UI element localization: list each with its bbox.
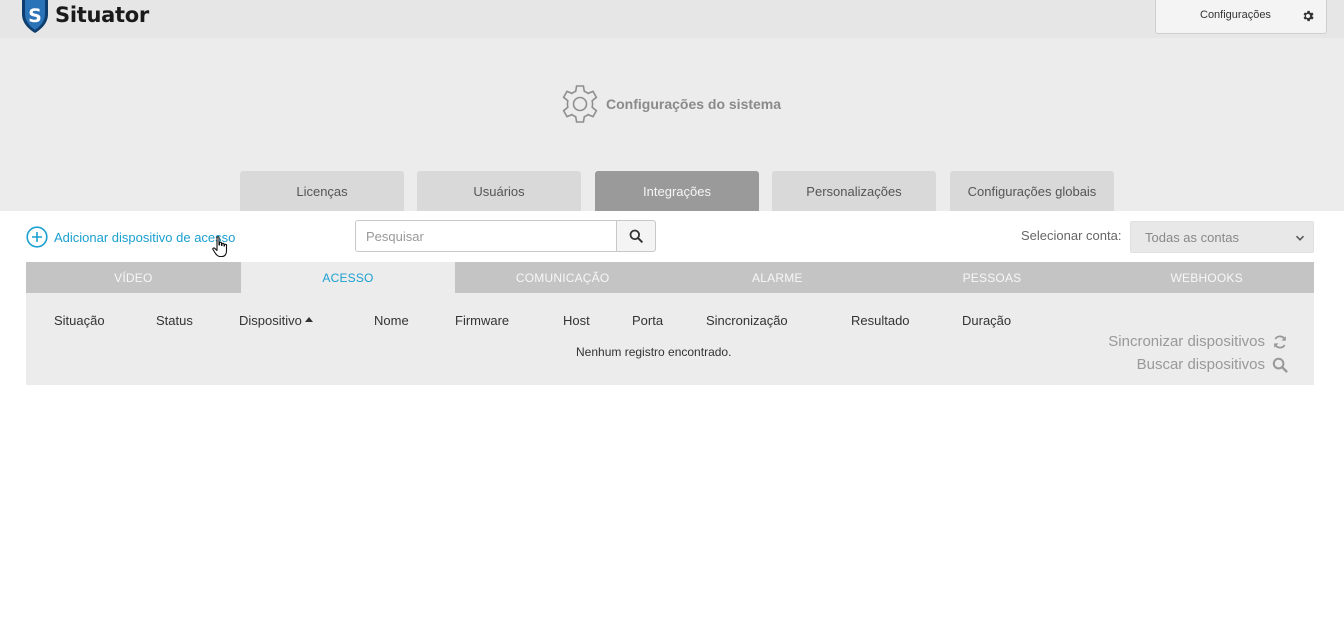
search-button[interactable]: [616, 220, 656, 252]
subtab-label: PESSOAS: [962, 270, 1022, 285]
column-header-dispositivo[interactable]: Dispositivo: [239, 313, 313, 328]
sync-devices-button[interactable]: Sincronizar dispositivos: [1108, 333, 1288, 350]
find-devices-label: Buscar dispositivos: [1136, 356, 1265, 373]
empty-table-message: Nenhum registro encontrado.: [576, 345, 732, 359]
devices-table: Situação Status Dispositivo Nome Firmwar…: [26, 293, 1314, 385]
account-selected-value: Todas as contas: [1145, 229, 1239, 245]
subtab-pessoas[interactable]: PESSOAS: [885, 262, 1100, 293]
page-title-text: Configurações do sistema: [606, 96, 782, 112]
tab-label: Integrações: [643, 183, 711, 199]
search-input[interactable]: [355, 220, 617, 252]
column-header-sincronizacao[interactable]: Sincronização: [706, 313, 788, 328]
subtab-label: ACESSO: [322, 270, 374, 285]
tab-usuarios[interactable]: Usuários: [417, 171, 581, 211]
column-header-situacao[interactable]: Situação: [54, 313, 105, 328]
tab-label: Personalizações: [806, 183, 902, 199]
subtab-label: COMUNICAÇÃO: [515, 270, 610, 285]
refresh-icon: [1273, 335, 1287, 348]
subtab-video[interactable]: VÍDEO: [26, 262, 241, 293]
search-bar: [355, 220, 656, 252]
tab-integracoes[interactable]: Integrações: [595, 171, 759, 211]
tab-configuracoes-globais[interactable]: Configurações globais: [950, 171, 1114, 211]
gear-icon: [1303, 10, 1314, 22]
tab-label: Configurações globais: [967, 183, 1097, 199]
subtab-comunicacao[interactable]: COMUNICAÇÃO: [455, 262, 670, 293]
hand-pointer-icon: [212, 236, 228, 258]
integration-subtabs: VÍDEO ACESSO COMUNICAÇÃO ALARME PESSOAS …: [26, 262, 1314, 293]
app-logo[interactable]: S Situator: [20, 0, 149, 34]
configuracoes-button[interactable]: Configurações: [1155, 0, 1327, 34]
shield-logo-icon: S: [22, 0, 48, 33]
column-header-duracao[interactable]: Duração: [962, 313, 1011, 328]
chevron-down-icon: [1295, 235, 1305, 241]
subtab-label: VÍDEO: [114, 270, 153, 285]
search-icon: [1272, 357, 1288, 373]
add-access-device-button[interactable]: Adicionar dispositivo de acesso: [26, 226, 235, 248]
plus-circle-icon: [26, 226, 48, 248]
column-header-resultado[interactable]: Resultado: [851, 313, 910, 328]
search-icon: [629, 229, 643, 243]
sync-devices-label: Sincronizar dispositivos: [1108, 333, 1265, 350]
column-header-status[interactable]: Status: [156, 313, 193, 328]
column-header-porta[interactable]: Porta: [632, 313, 663, 328]
logo-text: Situator: [55, 3, 149, 27]
column-header-nome[interactable]: Nome: [374, 313, 409, 328]
configuracoes-label: Configurações: [1200, 9, 1271, 21]
tab-label: Licenças: [296, 183, 348, 199]
subtab-webhooks[interactable]: WEBHOOKS: [1099, 262, 1314, 293]
add-access-device-label: Adicionar dispositivo de acesso: [54, 229, 236, 245]
column-header-label: Dispositivo: [239, 313, 302, 328]
top-bar: S Situator Configurações: [0, 0, 1344, 38]
account-select-label: Selecionar conta:: [1021, 228, 1122, 243]
logo-letter: S: [28, 5, 42, 27]
tab-licencas[interactable]: Licenças: [240, 171, 404, 211]
account-select[interactable]: Todas as contas: [1130, 221, 1314, 253]
column-header-firmware[interactable]: Firmware: [455, 313, 509, 328]
page-title: Configurações do sistema: [558, 82, 781, 126]
tab-personalizacoes[interactable]: Personalizações: [772, 171, 936, 211]
subtab-label: ALARME: [752, 270, 803, 285]
column-header-host[interactable]: Host: [563, 313, 590, 328]
subtab-alarme[interactable]: ALARME: [670, 262, 885, 293]
subtab-acesso[interactable]: ACESSO: [240, 262, 456, 293]
settings-hero: Configurações do sistema Licenças Usuári…: [0, 38, 1344, 211]
sort-ascending-icon: [304, 317, 313, 322]
subtab-label: WEBHOOKS: [1170, 270, 1243, 285]
tab-label: Usuários: [473, 183, 525, 199]
find-devices-button[interactable]: Buscar dispositivos: [1137, 356, 1288, 373]
gear-outline-icon: [562, 85, 598, 123]
